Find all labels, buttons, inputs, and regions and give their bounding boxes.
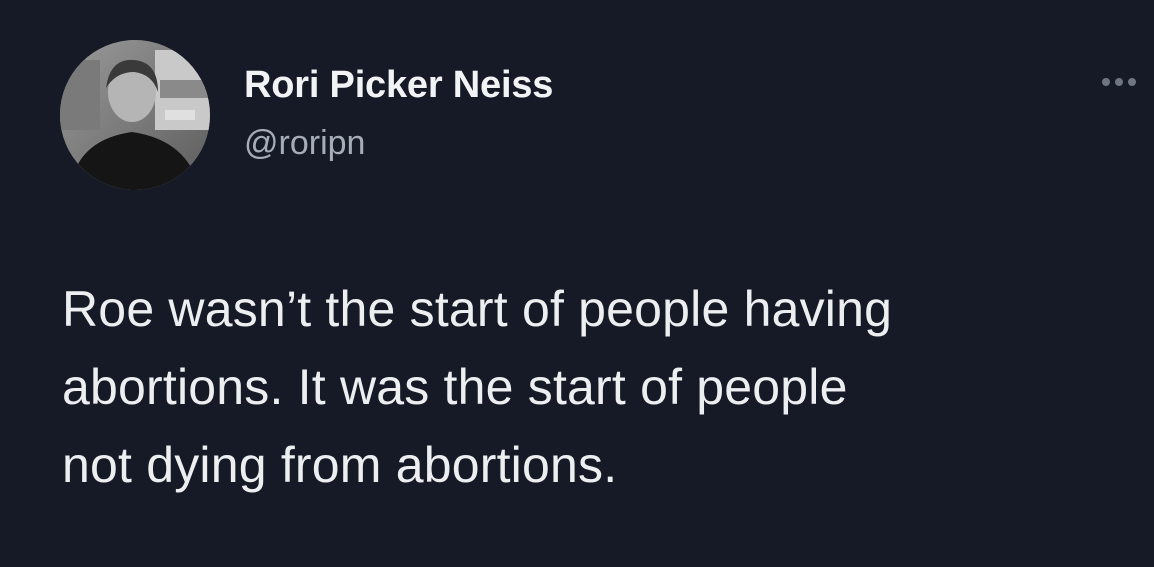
author-avatar[interactable] — [60, 40, 210, 190]
more-options-icon[interactable] — [1096, 66, 1142, 96]
tweet-card: Rori Picker Neiss @roripn Roe wasn’t the… — [0, 0, 1154, 567]
more-dot — [1102, 78, 1110, 86]
more-dot — [1115, 78, 1123, 86]
more-dot — [1128, 78, 1136, 86]
author-handle[interactable]: @roripn — [244, 124, 365, 163]
profile-photo-icon — [60, 40, 210, 190]
tweet-text: Roe wasn’t the start of people having ab… — [62, 281, 893, 493]
author-display-name[interactable]: Rori Picker Neiss — [244, 64, 553, 107]
